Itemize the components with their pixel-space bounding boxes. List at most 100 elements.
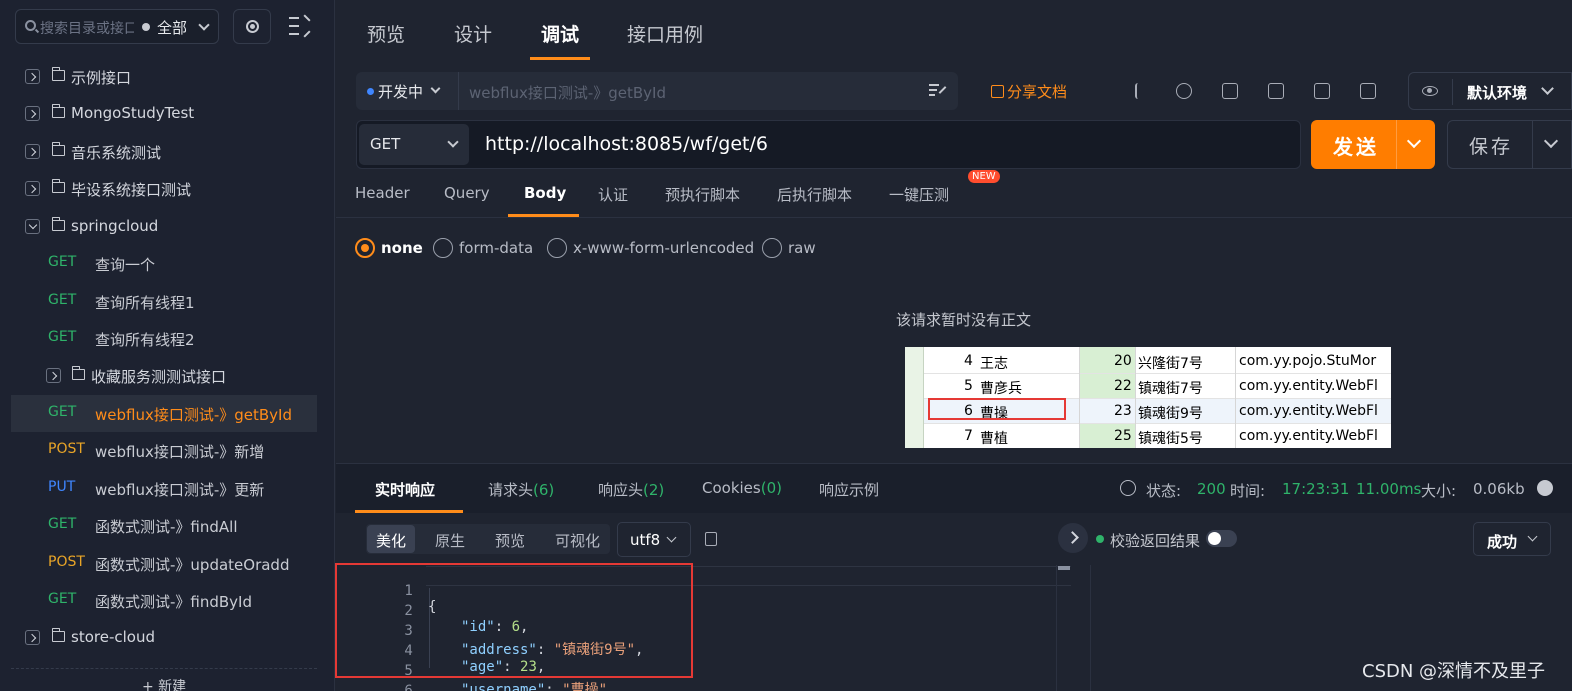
expand-panel-button[interactable] <box>1058 523 1088 553</box>
api-item[interactable]: PUT webflux接口测试-》更新 <box>0 470 335 507</box>
api-item[interactable]: GET 查询一个 <box>0 245 335 282</box>
chevron-right-icon[interactable] <box>25 144 40 159</box>
scope-select[interactable]: 全部 <box>157 17 187 38</box>
locate-button[interactable] <box>233 9 271 44</box>
format-visualize-button[interactable]: 可视化 <box>555 530 600 551</box>
copy-icon[interactable] <box>705 532 717 546</box>
tab-realtime-response[interactable]: 实时响应 <box>375 479 435 500</box>
api-item[interactable]: GET 函数式测试-》findAll <box>0 507 335 544</box>
api-item[interactable]: GET 函数式测试-》findById <box>0 582 335 619</box>
tab-body[interactable]: Body <box>524 184 566 202</box>
search-input[interactable]: 搜索目录或接口 <box>40 18 134 38</box>
format-preview-button[interactable]: 预览 <box>495 530 525 551</box>
tab-cases[interactable]: 接口用例 <box>627 20 703 47</box>
tab-indicator <box>355 510 463 513</box>
radio-urlencoded[interactable] <box>547 238 567 258</box>
method-badge: GET <box>48 516 77 532</box>
lock-icon[interactable] <box>1222 83 1238 99</box>
radio-raw[interactable] <box>762 238 782 258</box>
chevron-right-icon[interactable] <box>46 368 61 383</box>
api-item-active[interactable]: GET webflux接口测试-》getById <box>11 395 317 432</box>
chevron-down-icon[interactable] <box>1543 133 1559 149</box>
chevron-down-icon <box>430 83 441 94</box>
tab-count: (2) <box>643 481 665 499</box>
highlight-box <box>928 398 1066 420</box>
edit-icon[interactable] <box>929 83 947 97</box>
chevron-right-icon[interactable] <box>25 69 40 84</box>
result-select[interactable]: 成功 <box>1473 522 1551 556</box>
time-label: 时间: <box>1230 482 1266 500</box>
tree-folder-open[interactable]: springcloud <box>0 208 335 245</box>
tree-folder[interactable]: 毕设系统接口测试 <box>0 170 335 207</box>
new-badge: NEW <box>968 170 1000 183</box>
code-icon[interactable] <box>1314 83 1330 99</box>
method-select[interactable]: GET <box>359 124 469 165</box>
tree-folder[interactable]: 示例接口 <box>0 58 335 95</box>
save-button[interactable]: 保存 <box>1447 120 1572 169</box>
search-box[interactable]: 搜索目录或接口 全部 <box>15 9 219 44</box>
cell-class: com.yy.entity.WebFl <box>1239 403 1378 419</box>
chevron-right-icon[interactable] <box>25 630 40 645</box>
chevron-right-icon[interactable] <box>25 106 40 121</box>
method-badge: GET <box>48 404 77 420</box>
tab-post-script[interactable]: 后执行脚本 <box>777 184 852 205</box>
tree-folder[interactable]: 音乐系统测试 <box>0 133 335 170</box>
status-select[interactable]: 开发中 <box>378 81 423 102</box>
tab-header[interactable]: Header <box>355 184 410 202</box>
tab-response-headers[interactable]: 响应头(2) <box>598 479 664 500</box>
tree-folder[interactable]: MongoStudyTest <box>0 95 335 132</box>
api-item[interactable]: GET 查询所有线程2 <box>0 320 335 357</box>
indent-icon[interactable] <box>1135 83 1151 99</box>
status-label: 状态: <box>1146 482 1182 500</box>
row-header <box>905 347 924 448</box>
cell-class: com.yy.pojo.StuMor <box>1239 353 1377 369</box>
new-button[interactable]: + 新建 <box>142 676 186 691</box>
copy-icon[interactable] <box>1268 83 1284 99</box>
tab-pre-script[interactable]: 预执行脚本 <box>665 184 740 205</box>
tab-debug[interactable]: 调试 <box>541 20 579 47</box>
history-icon[interactable] <box>1176 83 1192 99</box>
globe-icon[interactable] <box>1120 480 1136 496</box>
api-item[interactable]: POST webflux接口测试-》新增 <box>0 432 335 469</box>
eye-icon[interactable] <box>1422 86 1438 96</box>
send-button[interactable]: 发送 <box>1311 120 1435 169</box>
environment-select[interactable]: 默认环境 <box>1408 72 1572 110</box>
api-item[interactable]: GET 查询所有线程1 <box>0 283 335 320</box>
tree-folder[interactable]: store-cloud <box>0 619 335 656</box>
collapse-all-button[interactable] <box>287 14 315 38</box>
api-item[interactable]: POST 函数式测试-》updateOradd <box>0 545 335 582</box>
tab-response-example[interactable]: 响应示例 <box>819 479 879 500</box>
folder-icon <box>51 67 65 81</box>
format-raw-button[interactable]: 原生 <box>435 530 465 551</box>
tab-stress-test[interactable]: 一键压测 <box>889 184 949 205</box>
chevron-down-icon[interactable] <box>1406 133 1422 149</box>
tab-query[interactable]: Query <box>444 184 490 202</box>
flash-icon[interactable] <box>1360 83 1376 99</box>
tab-auth[interactable]: 认证 <box>598 184 628 205</box>
tree-subfolder[interactable]: 收藏服务测测试接口 <box>0 357 335 394</box>
radio-none[interactable] <box>355 238 375 258</box>
chevron-right-icon[interactable] <box>25 181 40 196</box>
tab-label: 请求头 <box>488 481 534 499</box>
method-badge: POST <box>48 554 85 570</box>
url-input[interactable]: http://localhost:8085/wf/get/6 <box>485 133 768 155</box>
download-icon[interactable] <box>1537 480 1553 496</box>
tab-design[interactable]: 设计 <box>454 20 492 47</box>
save-label: 保存 <box>1469 136 1514 158</box>
chevron-down-icon <box>1541 82 1554 95</box>
tab-request-headers[interactable]: 请求头(6) <box>488 479 554 500</box>
scrollbar-thumb[interactable] <box>1058 566 1070 570</box>
api-name-input[interactable]: webflux接口测试-》getById <box>469 82 666 103</box>
chevron-down-icon[interactable] <box>25 219 40 234</box>
tab-cookies[interactable]: Cookies(0) <box>702 479 782 497</box>
format-pretty-button[interactable]: 美化 <box>376 530 406 551</box>
folder-label: 音乐系统测试 <box>71 144 162 162</box>
encoding-select[interactable]: utf8 <box>617 522 691 557</box>
tab-preview[interactable]: 预览 <box>367 20 405 47</box>
share-doc-button[interactable]: 分享文档 <box>991 81 1067 102</box>
scrollbar[interactable] <box>1056 565 1072 691</box>
radio-form-data[interactable] <box>433 238 453 258</box>
method-badge: GET <box>48 292 77 308</box>
response-time: 17:23:31 <box>1282 480 1350 498</box>
validate-toggle[interactable] <box>1206 530 1237 547</box>
